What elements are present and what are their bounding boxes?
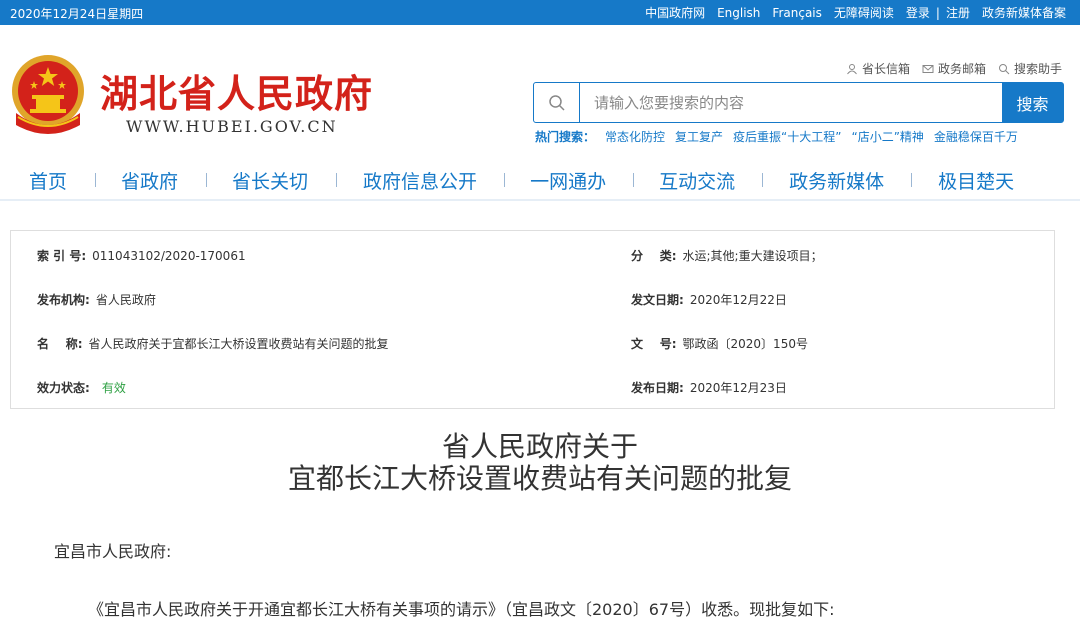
search-bar: 搜索 (533, 82, 1064, 123)
nav-one-stop-service[interactable]: 一网通办 (530, 167, 606, 194)
article-content: 索 引 号: 011043102/2020-170061 分 类: 水运;其他;重大… (0, 201, 1080, 636)
link-login[interactable]: 登录 (906, 4, 930, 21)
link-accessibility[interactable]: 无障碍阅读 (834, 4, 894, 21)
nav-interaction[interactable]: 互动交流 (659, 167, 735, 194)
info-category-label: 分 类: (631, 249, 677, 263)
document-info-box: 索 引 号: 011043102/2020-170061 分 类: 水运;其他;重大… (10, 230, 1055, 409)
search-icon (998, 63, 1010, 74)
user-icon (847, 63, 857, 74)
info-name-value: 省人民政府关于宜都长江大桥设置收费站有关问题的批复 (88, 337, 389, 351)
quick-links: 省长信箱 政务邮箱 搜索助手 (846, 60, 1062, 77)
info-publisher: 发布机构: 省人民政府 (37, 291, 156, 308)
hot-search-item[interactable]: 疫后重振“十大工程” (733, 128, 841, 145)
hot-search-label: 热门搜索： (535, 130, 596, 144)
nav-separator (95, 173, 97, 187)
info-status-label: 效力状态: (37, 381, 90, 395)
nav-separator (633, 173, 635, 187)
info-doc-no-value: 鄂政函〔2020〕150号 (682, 337, 808, 351)
info-doc-date: 发文日期: 2020年12月22日 (631, 291, 787, 308)
info-publisher-label: 发布机构: (37, 293, 90, 307)
governor-mailbox-link[interactable]: 省长信箱 (846, 60, 910, 77)
search-assistant-link[interactable]: 搜索助手 (998, 60, 1062, 77)
info-index: 索 引 号: 011043102/2020-170061 (37, 247, 246, 264)
main-nav: 首页 省政府 省长关切 政府信息公开 一网通办 互动交流 政务新媒体 极目楚天 (0, 160, 1080, 200)
current-date: 2020年12月24日星期四 (10, 7, 144, 21)
info-index-value: 011043102/2020-170061 (92, 249, 246, 263)
hot-search-item[interactable]: “店小二”精神 (851, 128, 923, 145)
info-name-label: 名 称: (37, 337, 83, 351)
hot-search-item[interactable]: 常态化防控 (605, 128, 665, 145)
document-salutation: 宜昌市人民政府: (54, 542, 172, 561)
link-register[interactable]: 注册 (946, 4, 970, 21)
nav-provincial-gov[interactable]: 省政府 (121, 167, 178, 194)
hot-search-item[interactable]: 金融稳保百千万 (934, 128, 1018, 145)
top-bar: 2020年12月24日星期四 中国政府网 English Français 无障… (0, 0, 1080, 25)
site-header: 湖北省人民政府 WWW.HUBEI.GOV.CN 省长信箱 政务邮箱 搜索助手 … (0, 25, 1080, 160)
site-domain: WWW.HUBEI.GOV.CN (126, 117, 338, 136)
search-icon (534, 83, 580, 122)
mail-icon (922, 64, 934, 73)
info-pub-date-label: 发布日期: (631, 381, 684, 395)
info-doc-date-value: 2020年12月22日 (689, 293, 787, 307)
nav-separator (911, 173, 913, 187)
site-title[interactable]: 湖北省人民政府 (100, 63, 373, 118)
info-doc-no-label: 文 号: (631, 337, 677, 351)
document-title-line1: 省人民政府关于 (441, 430, 638, 463)
info-name: 名 称: 省人民政府关于宜都长江大桥设置收费站有关问题的批复 (37, 335, 389, 352)
document-title-line2: 宜都长江大桥设置收费站有关问题的批复 (287, 462, 792, 495)
nav-separator (762, 173, 764, 187)
info-pub-date-value: 2020年12月23日 (689, 381, 787, 395)
link-china-gov[interactable]: 中国政府网 (645, 4, 705, 21)
nav-separator (336, 173, 338, 187)
nav-new-media[interactable]: 政务新媒体 (789, 167, 884, 194)
search-input[interactable] (580, 83, 1002, 122)
link-new-media-filing[interactable]: 政务新媒体备案 (982, 4, 1066, 21)
nav-separator (206, 173, 208, 187)
document-body: 《宜昌市人民政府关于开通宜都长江大桥有关事项的请示》（宜昌政文〔2020〕67号… (88, 600, 835, 619)
nav-separator (504, 173, 506, 187)
info-status: 效力状态: 有效 (37, 379, 126, 396)
info-publisher-value: 省人民政府 (95, 293, 156, 307)
info-category: 分 类: 水运;其他;重大建设项目； (631, 247, 823, 264)
top-links: 中国政府网 English Français 无障碍阅读 登录 | 注册 政务新… (645, 4, 1066, 21)
gov-email-link[interactable]: 政务邮箱 (922, 60, 986, 77)
governor-mailbox-label: 省长信箱 (861, 62, 910, 76)
gov-email-label: 政务邮箱 (937, 62, 986, 76)
nav-jimu-chutian[interactable]: 极目楚天 (938, 167, 1014, 194)
link-french[interactable]: Français (772, 6, 821, 20)
search-assistant-label: 搜索助手 (1013, 62, 1062, 76)
hot-search: 热门搜索： 常态化防控 复工复产 疫后重振“十大工程” “店小二”精神 金融稳保… (535, 128, 1018, 145)
info-doc-date-label: 发文日期: (631, 293, 684, 307)
nav-home[interactable]: 首页 (29, 167, 67, 194)
info-pub-date: 发布日期: 2020年12月23日 (631, 379, 787, 396)
link-english[interactable]: English (717, 6, 760, 20)
search-button[interactable]: 搜索 (1002, 83, 1063, 122)
hot-search-item[interactable]: 复工复产 (675, 128, 723, 145)
info-category-value: 水运;其他;重大建设项目； (682, 249, 823, 263)
nav-governor-concerns[interactable]: 省长关切 (232, 167, 308, 194)
info-doc-no: 文 号: 鄂政函〔2020〕150号 (631, 335, 808, 352)
status-badge: 有效 (101, 381, 126, 395)
link-separator: | (935, 5, 940, 20)
national-emblem-icon[interactable] (8, 53, 88, 139)
nav-info-disclosure[interactable]: 政府信息公开 (363, 167, 477, 194)
info-index-label: 索 引 号: (37, 249, 87, 263)
